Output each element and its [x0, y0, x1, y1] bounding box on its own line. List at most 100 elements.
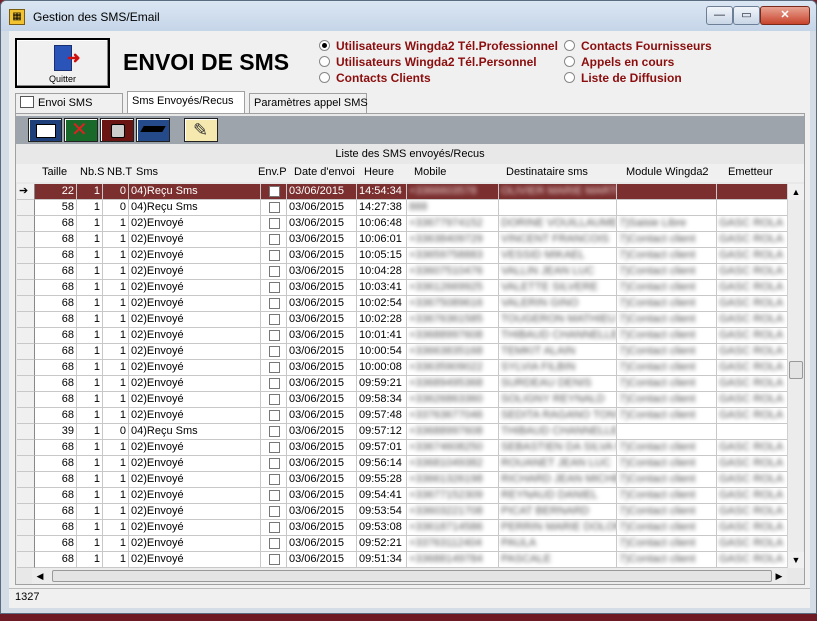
table-row[interactable]: 68 1 1 02)Envoyé 03/06/2015 10:05:15 +33659758…: [17, 248, 787, 264]
table-row[interactable]: 68 1 1 02)Envoyé 03/06/2015 10:06:01 +33638409…: [17, 232, 787, 248]
radio-contacts-clients[interactable]: Contacts Clients: [319, 71, 431, 85]
table-row[interactable]: 68 1 1 02)Envoyé 03/06/2015 10:00:08 +33635909…: [17, 360, 787, 376]
row-indicator[interactable]: [17, 312, 35, 328]
table-row[interactable]: 68 1 1 02)Envoyé 03/06/2015 09:55:28 +33661326…: [17, 472, 787, 488]
radio-liste-diffusion[interactable]: Liste de Diffusion: [564, 71, 682, 85]
row-indicator[interactable]: [17, 536, 35, 552]
row-indicator[interactable]: [17, 440, 35, 456]
row-indicator[interactable]: [17, 504, 35, 520]
envp-checkbox[interactable]: [269, 362, 280, 373]
table-row[interactable]: 68 1 1 02)Envoyé 03/06/2015 09:56:14 +33681049…: [17, 456, 787, 472]
table-row[interactable]: 68 1 1 02)Envoyé 03/06/2015 09:57:48 +33763677…: [17, 408, 787, 424]
row-indicator[interactable]: [17, 328, 35, 344]
header-taille[interactable]: Taille: [42, 166, 67, 178]
send-icon[interactable]: [136, 118, 170, 142]
row-indicator[interactable]: [17, 472, 35, 488]
table-row[interactable]: ➔ 22 1 0 04)Reçu Sms 03/06/2015 14:54:34 +33666…: [17, 184, 787, 200]
maximize-button[interactable]: ▭: [733, 6, 760, 25]
radio-wingda2-pro[interactable]: Utilisateurs Wingda2 Tél.Professionnel: [319, 39, 558, 53]
envp-checkbox[interactable]: [269, 426, 280, 437]
table-row[interactable]: 68 1 1 02)Envoyé 03/06/2015 09:52:21 +33763112…: [17, 536, 787, 552]
row-indicator[interactable]: [17, 424, 35, 440]
radio-appels-en-cours[interactable]: Appels en cours: [564, 55, 674, 69]
header-emetteur[interactable]: Emetteur: [728, 166, 773, 178]
tab-parametres-appel-sms[interactable]: Paramètres appel SMS: [249, 93, 368, 113]
tab-envoi-sms[interactable]: Envoi SMS: [15, 93, 123, 113]
title-bar[interactable]: ▦ Gestion des SMS/Email — ▭ ✕: [1, 1, 816, 31]
table-row[interactable]: 68 1 1 02)Envoyé 03/06/2015 10:06:48 +33677974…: [17, 216, 787, 232]
envp-checkbox[interactable]: [269, 282, 280, 293]
row-indicator[interactable]: [17, 360, 35, 376]
row-indicator[interactable]: [17, 248, 35, 264]
header-nbs[interactable]: Nb.S: [80, 166, 104, 178]
header-mobile[interactable]: Mobile: [414, 166, 446, 178]
trash-icon[interactable]: [100, 118, 134, 142]
table-row[interactable]: 68 1 1 02)Envoyé 03/06/2015 10:00:54 +33663835…: [17, 344, 787, 360]
table-row[interactable]: 68 1 1 02)Envoyé 03/06/2015 10:02:28 +33676361…: [17, 312, 787, 328]
envp-checkbox[interactable]: [269, 554, 280, 565]
row-indicator[interactable]: [17, 456, 35, 472]
row-indicator[interactable]: [17, 344, 35, 360]
envp-checkbox[interactable]: [269, 394, 280, 405]
header-nbt[interactable]: NB.T: [107, 166, 132, 178]
header-envp[interactable]: Env.P: [258, 166, 287, 178]
scroll-right-icon[interactable]: ▶: [771, 568, 787, 584]
edit-icon[interactable]: [184, 118, 218, 142]
tab-sms-envoyes-recus[interactable]: Sms Envoyés/Recus: [127, 91, 245, 113]
hscroll-thumb[interactable]: [52, 570, 772, 582]
envp-checkbox[interactable]: [269, 218, 280, 229]
row-indicator[interactable]: [17, 280, 35, 296]
envp-checkbox[interactable]: [269, 538, 280, 549]
row-indicator[interactable]: [17, 264, 35, 280]
envp-checkbox[interactable]: [269, 250, 280, 261]
radio-wingda2-perso[interactable]: Utilisateurs Wingda2 Tél.Personnel: [319, 55, 537, 69]
table-row[interactable]: 68 1 1 02)Envoyé 03/06/2015 09:54:41 +33677152…: [17, 488, 787, 504]
row-indicator[interactable]: ➔: [17, 184, 35, 200]
header-date[interactable]: Date d'envoi: [294, 166, 355, 178]
scroll-thumb[interactable]: [789, 361, 803, 379]
header-sms[interactable]: Sms: [136, 166, 158, 178]
row-indicator[interactable]: [17, 200, 35, 216]
table-row[interactable]: 68 1 1 02)Envoyé 03/06/2015 09:51:34 +33688149…: [17, 552, 787, 568]
envp-checkbox[interactable]: [269, 410, 280, 421]
scroll-down-icon[interactable]: ▼: [788, 552, 804, 568]
row-indicator[interactable]: [17, 296, 35, 312]
envp-checkbox[interactable]: [269, 458, 280, 469]
scroll-up-icon[interactable]: ▲: [788, 184, 804, 200]
header-heure[interactable]: Heure: [364, 166, 394, 178]
minimize-button[interactable]: —: [706, 6, 733, 25]
header-destinataire[interactable]: Destinataire sms: [506, 166, 588, 178]
table-row[interactable]: 68 1 1 02)Envoyé 03/06/2015 10:02:54 +33675089…: [17, 296, 787, 312]
envp-checkbox[interactable]: [269, 474, 280, 485]
mail-icon[interactable]: [28, 118, 62, 142]
row-indicator[interactable]: [17, 552, 35, 568]
quit-button[interactable]: ➜ Quitter: [15, 38, 110, 88]
envp-checkbox[interactable]: [269, 234, 280, 245]
scroll-left-icon[interactable]: ◀: [32, 568, 48, 584]
envp-checkbox[interactable]: [269, 522, 280, 533]
row-indicator[interactable]: [17, 232, 35, 248]
envp-checkbox[interactable]: [269, 506, 280, 517]
horizontal-scrollbar[interactable]: ◀ ▶: [32, 568, 787, 584]
header-module[interactable]: Module Wingda2: [626, 166, 709, 178]
table-row[interactable]: 39 1 0 04)Reçu Sms 03/06/2015 09:57:12 +336889…: [17, 424, 787, 440]
table-row[interactable]: 68 1 1 02)Envoyé 03/06/2015 10:01:41 +33688997…: [17, 328, 787, 344]
envp-checkbox[interactable]: [269, 346, 280, 357]
table-row[interactable]: 68 1 1 02)Envoyé 03/06/2015 09:57:01 +33674608…: [17, 440, 787, 456]
table-row[interactable]: 68 1 1 02)Envoyé 03/06/2015 09:59:21 +33689495…: [17, 376, 787, 392]
table-row[interactable]: 58 1 0 04)Reçu Sms 03/06/2015 14:27:38 888: [17, 200, 787, 216]
sms-grid[interactable]: ➔ 22 1 0 04)Reçu Sms 03/06/2015 14:54:34 +33666…: [17, 184, 787, 568]
envp-checkbox[interactable]: [269, 186, 280, 197]
table-row[interactable]: 68 1 1 02)Envoyé 03/06/2015 09:58:34 +33626863…: [17, 392, 787, 408]
row-indicator[interactable]: [17, 520, 35, 536]
row-indicator[interactable]: [17, 408, 35, 424]
envp-checkbox[interactable]: [269, 314, 280, 325]
radio-contacts-fournisseurs[interactable]: Contacts Fournisseurs: [564, 39, 712, 53]
row-indicator[interactable]: [17, 488, 35, 504]
row-indicator[interactable]: [17, 392, 35, 408]
table-row[interactable]: 68 1 1 02)Envoyé 03/06/2015 09:53:08 +33618714…: [17, 520, 787, 536]
close-button[interactable]: ✕: [760, 6, 810, 25]
row-indicator[interactable]: [17, 216, 35, 232]
row-indicator[interactable]: [17, 376, 35, 392]
envp-checkbox[interactable]: [269, 330, 280, 341]
